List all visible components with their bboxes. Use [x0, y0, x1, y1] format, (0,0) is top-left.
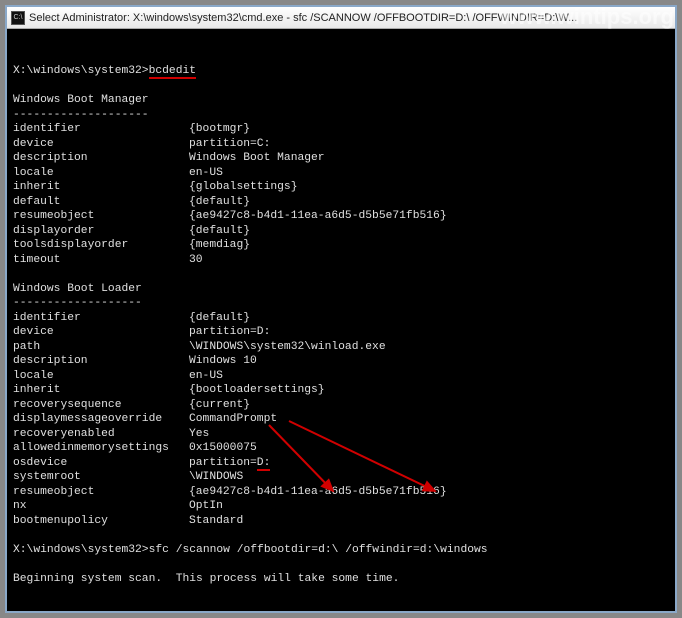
scan-line: Beginning system scan. This process will… [13, 573, 399, 585]
bl2-val-2: OptIn [189, 500, 223, 512]
bm-val-2: Windows Boot Manager [189, 152, 325, 164]
bl-val-0: {default} [189, 312, 250, 324]
bl2-key-0: systemroot [13, 470, 189, 485]
bl-val-9: 0x15000075 [189, 442, 257, 454]
bm-key-7: displayorder [13, 224, 189, 239]
osdevice-prefix: partition= [189, 457, 257, 469]
bl-key-7: displaymessageoverride [13, 412, 189, 427]
bl-key-5: inherit [13, 383, 189, 398]
bl2-val-3: Standard [189, 515, 243, 527]
bl-val-5: {bootloadersettings} [189, 384, 325, 396]
bl-val-4: en-US [189, 370, 223, 382]
bm-val-6: {ae9427c8-b4d1-11ea-a6d5-d5b5e71fb516} [189, 210, 447, 222]
bl-key-9: allowedinmemorysettings [13, 441, 189, 456]
osdevice-key: osdevice [13, 456, 189, 471]
titlebar[interactable]: C:\ Select Administrator: X:\windows\sys… [7, 7, 675, 29]
bl2-key-2: nx [13, 499, 189, 514]
sfc-command: sfc /scannow /offbootdir=d:\ /offwindir=… [149, 544, 488, 556]
bl-val-7: CommandPrompt [189, 413, 277, 425]
bm-key-1: device [13, 137, 189, 152]
bl-val-1: partition=D: [189, 326, 270, 338]
prompt2-path: X:\windows\system32> [13, 544, 149, 556]
titlebar-text: Select Administrator: X:\windows\system3… [29, 12, 577, 24]
bm-val-9: 30 [189, 254, 203, 266]
boot-loader-title: Windows Boot Loader [13, 283, 142, 295]
bl-val-2: \WINDOWS\system32\winload.exe [189, 341, 386, 353]
bcdedit-command: bcdedit [149, 65, 196, 79]
bm-val-5: {default} [189, 196, 250, 208]
boot-manager-title: Windows Boot Manager [13, 94, 149, 106]
bl-key-4: locale [13, 369, 189, 384]
bl-key-0: identifier [13, 311, 189, 326]
bm-val-4: {globalsettings} [189, 181, 297, 193]
bm-val-7: {default} [189, 225, 250, 237]
bm-val-8: {memdiag} [189, 239, 250, 251]
bm-key-4: inherit [13, 180, 189, 195]
bm-key-6: resumeobject [13, 209, 189, 224]
bm-key-3: locale [13, 166, 189, 181]
bl-key-3: description [13, 354, 189, 369]
bl-key-6: recoverysequence [13, 398, 189, 413]
blank-line [13, 51, 20, 63]
bm-key-9: timeout [13, 253, 189, 268]
cmd-icon: C:\ [11, 11, 25, 25]
bl-key-8: recoveryenabled [13, 427, 189, 442]
bm-val-0: {bootmgr} [189, 123, 250, 135]
console-area[interactable]: X:\windows\system32>bcdedit Windows Boot… [7, 29, 675, 611]
bm-val-3: en-US [189, 167, 223, 179]
bl-val-3: Windows 10 [189, 355, 257, 367]
cmd-window: C:\ Select Administrator: X:\windows\sys… [5, 5, 677, 613]
bl2-val-1: {ae9427c8-b4d1-11ea-a6d5-d5b5e71fb516} [189, 486, 447, 498]
dashes: -------------------- [13, 109, 149, 121]
bl2-val-0: \WINDOWS [189, 471, 243, 483]
bl-val-8: Yes [189, 428, 209, 440]
osdevice-letter: D: [257, 457, 271, 471]
dashes2: ------------------- [13, 297, 142, 309]
bm-key-0: identifier [13, 122, 189, 137]
bm-val-1: partition=C: [189, 138, 270, 150]
bl-key-2: path [13, 340, 189, 355]
bl2-key-3: bootmenupolicy [13, 514, 189, 529]
prompt-path: X:\windows\system32> [13, 65, 149, 77]
bl2-key-1: resumeobject [13, 485, 189, 500]
bl-key-1: device [13, 325, 189, 340]
bm-key-5: default [13, 195, 189, 210]
bl-val-6: {current} [189, 399, 250, 411]
bm-key-2: description [13, 151, 189, 166]
bm-key-8: toolsdisplayorder [13, 238, 189, 253]
